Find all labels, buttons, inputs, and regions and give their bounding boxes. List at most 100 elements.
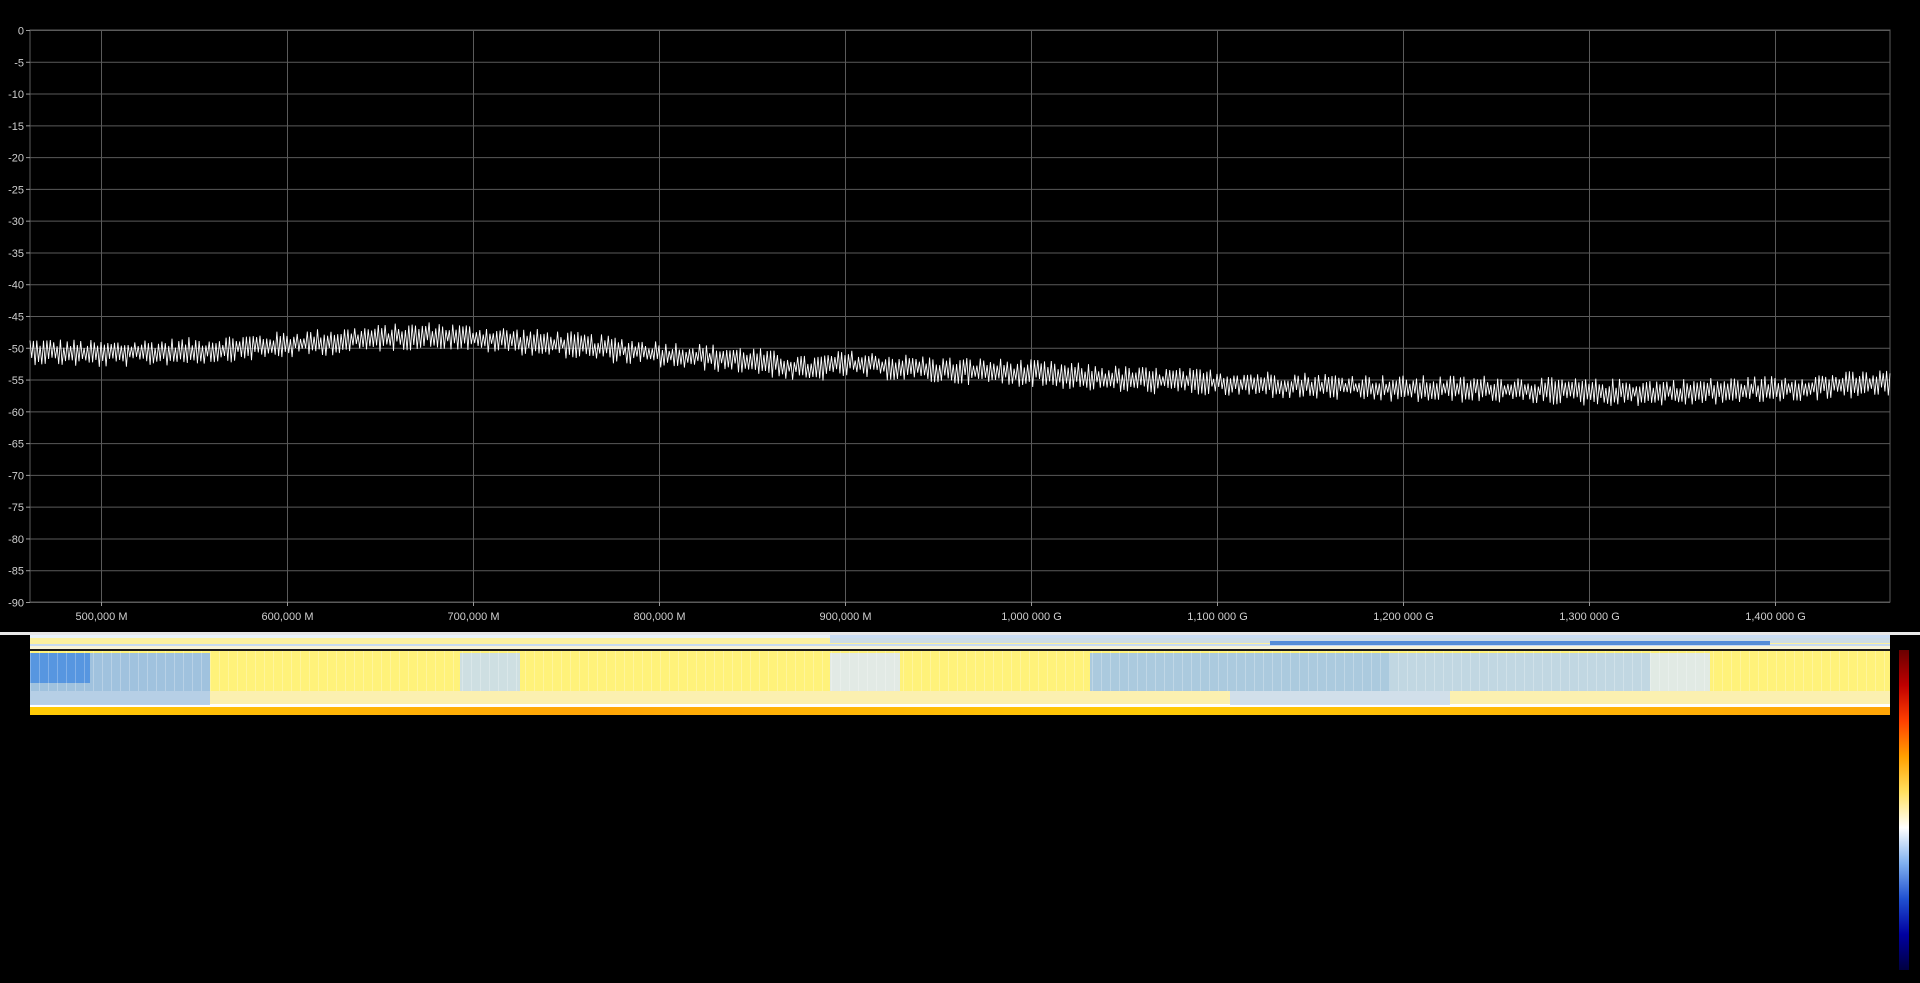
y-tick-label: -15 (8, 121, 24, 133)
waterfall-stripe (1632, 651, 1633, 691)
waterfall-stripe (1668, 651, 1669, 691)
waterfall-stripe (1263, 651, 1264, 691)
waterfall-stripe (930, 651, 931, 691)
waterfall-stripe (84, 651, 85, 691)
waterfall-stripe (1605, 651, 1606, 691)
waterfall-stripe (1020, 651, 1021, 691)
waterfall-display[interactable] (30, 635, 1890, 715)
waterfall-stripe (714, 651, 715, 691)
waterfall-stripe (1641, 651, 1642, 691)
waterfall-stripe (1416, 651, 1417, 691)
waterfall-stripe (516, 651, 517, 691)
color-scale-bar[interactable] (1899, 650, 1909, 970)
waterfall-stripe (552, 651, 553, 691)
waterfall-stripe (840, 651, 841, 691)
spectrum-plot[interactable]: 0 -5 -10 -15 -20 -25 -30 -35 -40 -45 -50 -55 -60 -65 -… (0, 0, 1920, 630)
waterfall-stripe (192, 651, 193, 691)
grid-lines (29, 29, 1891, 603)
waterfall-stripe (111, 651, 112, 691)
y-tick-label: 0 (18, 26, 24, 38)
waterfall-stripe (174, 651, 175, 691)
waterfall-stripe (1857, 651, 1858, 691)
waterfall-stripe (1650, 651, 1651, 691)
waterfall-stripe (1344, 651, 1345, 691)
waterfall-stripe (1353, 651, 1354, 691)
waterfall-stripe (1227, 651, 1228, 691)
waterfall-stripe (354, 651, 355, 691)
waterfall-stripe (1623, 651, 1624, 691)
x-tick-label: 700,000 M (448, 611, 500, 623)
waterfall-stripe (678, 651, 679, 691)
waterfall-stripe (147, 651, 148, 691)
waterfall-stripe (1299, 651, 1300, 691)
waterfall-stripe (129, 651, 130, 691)
spectrum-trace (29, 322, 1891, 407)
waterfall-stripe (1101, 651, 1102, 691)
x-axis-ticks: 500,000 M 600,000 M 700,000 M 800,000 M 900,… (76, 602, 1806, 623)
waterfall-stripe (345, 651, 346, 691)
waterfall-stripe (849, 651, 850, 691)
y-axis-ticks: 0 -5 -10 -15 -20 -25 -30 -35 -40 -45 -50 -55 -60 -65 -… (8, 26, 30, 610)
waterfall-stripe (1551, 651, 1552, 691)
waterfall-stripe (1119, 651, 1120, 691)
waterfall-stripe (1407, 651, 1408, 691)
waterfall-patch (460, 653, 520, 691)
waterfall-stripe (1056, 651, 1057, 691)
waterfall-stripe (1092, 651, 1093, 691)
waterfall-stripe (804, 651, 805, 691)
waterfall-stripe (1776, 651, 1777, 691)
waterfall-stripe (660, 651, 661, 691)
waterfall-stripe (984, 651, 985, 691)
waterfall-stripe (1839, 651, 1840, 691)
waterfall-stripe (858, 651, 859, 691)
waterfall-stripe (633, 651, 634, 691)
waterfall-stripe (786, 651, 787, 691)
waterfall-stripe (246, 651, 247, 691)
waterfall-stripe (1560, 651, 1561, 691)
waterfall-stripe (1389, 651, 1390, 691)
waterfall-stripe (1695, 651, 1696, 691)
waterfall-stripe (1830, 651, 1831, 691)
waterfall-stripe (1713, 651, 1714, 691)
waterfall-stripe (1884, 651, 1885, 691)
waterfall-stripe (1335, 651, 1336, 691)
waterfall-stripe (48, 651, 49, 691)
waterfall-stripe (1173, 651, 1174, 691)
waterfall-stripe (1515, 651, 1516, 691)
waterfall-stripe (597, 651, 598, 691)
waterfall-stripe (1794, 651, 1795, 691)
waterfall-stripe (1758, 651, 1759, 691)
y-tick-label: -80 (8, 534, 24, 546)
waterfall-stripe (390, 651, 391, 691)
waterfall-stripe (894, 651, 895, 691)
waterfall-stripe (696, 651, 697, 691)
waterfall-stripe (1074, 651, 1075, 691)
waterfall-stripe (408, 651, 409, 691)
waterfall-stripe (57, 651, 58, 691)
waterfall-stripe (489, 651, 490, 691)
waterfall-stripe (1218, 651, 1219, 691)
waterfall-stripe (1308, 651, 1309, 691)
waterfall-stripe (525, 651, 526, 691)
waterfall-stripe (705, 651, 706, 691)
y-tick-label: -30 (8, 216, 24, 228)
waterfall-stripe (822, 651, 823, 691)
waterfall-stripe (381, 651, 382, 691)
waterfall-stripe (885, 651, 886, 691)
waterfall-stripe (1182, 651, 1183, 691)
waterfall-stripe (1506, 651, 1507, 691)
waterfall-stripe (993, 651, 994, 691)
spectrum-trace-line (29, 322, 1891, 407)
waterfall-stripe (1848, 651, 1849, 691)
x-tick-label: 500,000 M (76, 611, 128, 623)
waterfall-stripe (1281, 651, 1282, 691)
x-tick-label: 1,300 000 G (1559, 611, 1620, 623)
waterfall-stripe (1290, 651, 1291, 691)
waterfall-rows (30, 635, 1890, 715)
waterfall-stripe (336, 651, 337, 691)
waterfall-bottom-band (30, 707, 1890, 715)
waterfall-stripe (1380, 651, 1381, 691)
waterfall-stripe (291, 651, 292, 691)
x-tick-label: 600,000 M (262, 611, 314, 623)
waterfall-stripe (651, 651, 652, 691)
